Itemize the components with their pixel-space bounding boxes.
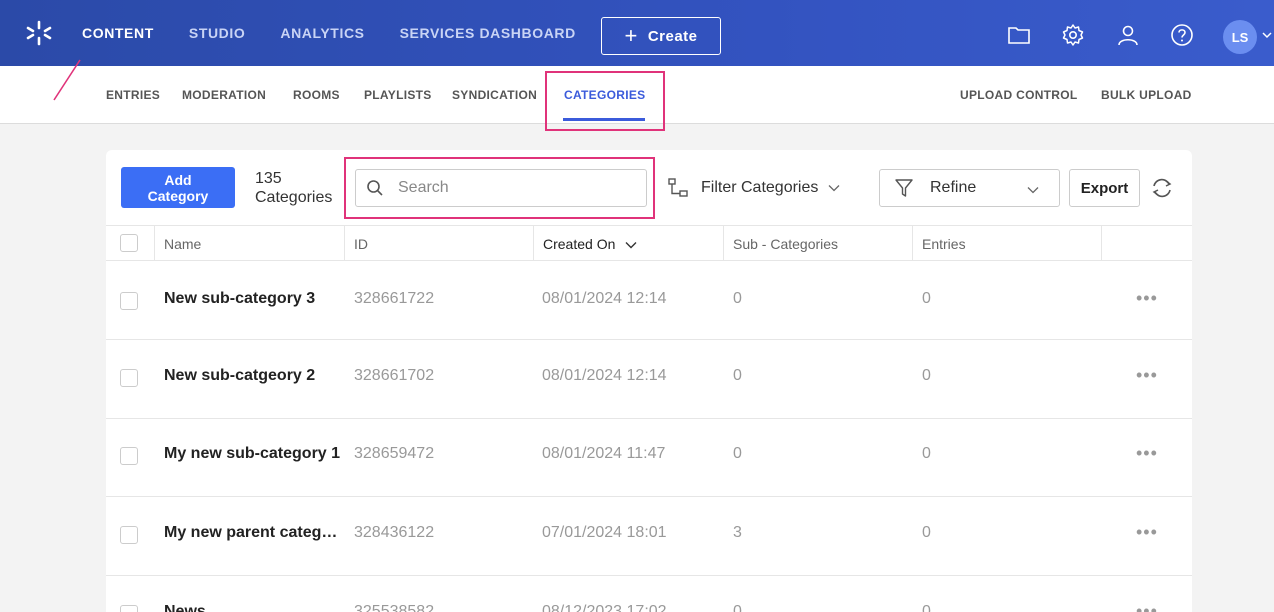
add-label-line2: Category [147,187,209,204]
chevron-down-icon [828,185,840,192]
help-icon[interactable] [1170,23,1194,47]
select-all-checkbox[interactable] [120,234,138,252]
refresh-icon[interactable] [1149,176,1175,200]
table-row[interactable]: New sub-catgeory 2 328661702 08/01/2024 … [106,340,1192,419]
row-id: 328659472 [354,445,435,462]
refine-dropdown[interactable]: Refine [879,169,1060,207]
column-header-id[interactable]: ID [354,236,368,252]
plus-icon: + [624,23,638,48]
row-sub-categories: 0 [733,290,742,307]
row-name[interactable]: My new sub-category 1 [164,445,340,463]
count-label: Categories [255,189,333,206]
column-header-name[interactable]: Name [164,236,201,252]
column-divider [1101,226,1102,261]
add-category-button[interactable]: Add Category [121,167,235,208]
highlight-box-search [344,157,655,219]
table-row[interactable]: New sub-category 3 328661722 08/01/2024 … [106,261,1192,340]
filter-label: Filter Categories [701,179,819,196]
tab-rooms[interactable]: ROOMS [293,88,340,102]
column-divider [912,226,913,261]
more-actions-icon[interactable]: ••• [1136,601,1158,612]
row-created-on: 08/01/2024 12:14 [542,367,667,384]
column-header-entries[interactable]: Entries [922,236,966,252]
table-row[interactable]: News 325538582 08/12/2023 17:02 0 0 ••• [106,576,1192,612]
sort-chevron-down-icon [625,242,637,249]
row-checkbox[interactable] [120,369,138,387]
topnav-services-dashboard[interactable]: SERVICES DASHBOARD [400,25,576,41]
top-nav: CONTENT STUDIO ANALYTICS SERVICES DASHBO… [82,0,611,66]
hierarchy-icon [668,178,688,197]
row-entries: 0 [922,445,931,462]
row-created-on: 08/01/2024 11:47 [542,445,666,462]
row-entries: 0 [922,524,931,541]
more-actions-icon[interactable]: ••• [1136,288,1158,309]
row-created-on: 07/01/2024 18:01 [542,524,667,541]
row-name[interactable]: New sub-category 3 [164,290,315,308]
annotation-arrow [53,59,81,101]
row-id: 328661722 [354,290,435,307]
topnav-content[interactable]: CONTENT [82,25,154,41]
tab-upload-control[interactable]: UPLOAD CONTROL [960,88,1078,102]
table-row[interactable]: My new sub-category 1 328659472 08/01/20… [106,418,1192,497]
chevron-down-icon [1027,187,1039,194]
user-icon[interactable] [1116,23,1140,47]
column-header-sub-categories[interactable]: Sub - Categories [733,236,838,252]
filter-categories-dropdown[interactable]: Filter Categories [665,169,867,207]
column-divider [723,226,724,261]
top-bar: CONTENT STUDIO ANALYTICS SERVICES DASHBO… [0,0,1274,66]
row-checkbox[interactable] [120,605,138,612]
column-divider [533,226,534,261]
tab-playlists[interactable]: PLAYLISTS [364,88,432,102]
row-checkbox[interactable] [120,447,138,465]
category-count: 135 Categories [255,169,332,207]
row-id: 325538582 [354,603,435,612]
column-divider [154,226,155,261]
count-number: 135 [255,170,282,187]
row-checkbox[interactable] [120,292,138,310]
create-button[interactable]: + Create [601,17,721,55]
gear-icon[interactable] [1061,23,1085,47]
row-sub-categories: 3 [733,524,742,541]
funnel-icon [895,179,913,197]
row-created-on: 08/01/2024 12:14 [542,290,667,307]
column-divider [344,226,345,261]
avatar[interactable]: LS [1223,20,1257,54]
row-name[interactable]: News [164,603,206,612]
row-checkbox[interactable] [120,526,138,544]
tab-bulk-upload[interactable]: BULK UPLOAD [1101,88,1192,102]
more-actions-icon[interactable]: ••• [1136,443,1158,464]
row-sub-categories: 0 [733,367,742,384]
topnav-analytics[interactable]: ANALYTICS [280,25,364,41]
folder-icon[interactable] [1007,23,1031,47]
more-actions-icon[interactable]: ••• [1136,522,1158,543]
refine-label: Refine [930,179,977,196]
create-label: Create [647,27,698,45]
column-header-created-on[interactable]: Created On [543,236,637,252]
topnav-studio[interactable]: STUDIO [189,25,246,41]
row-name[interactable]: New sub-catgeory 2 [164,367,315,385]
row-id: 328436122 [354,524,435,541]
table-header: Name ID Created On Sub - Categories Entr… [106,225,1192,261]
tab-entries[interactable]: ENTRIES [106,88,160,102]
row-sub-categories: 0 [733,603,742,612]
tab-syndication[interactable]: SYNDICATION [452,88,537,102]
row-id: 328661702 [354,367,435,384]
row-entries: 0 [922,603,931,612]
highlight-box-categories [545,71,665,131]
row-name[interactable]: My new parent categ… [164,524,337,542]
export-button[interactable]: Export [1069,169,1140,207]
add-label-line1: Add [164,171,192,188]
tab-moderation[interactable]: MODERATION [182,88,266,102]
created-on-label: Created On [543,236,616,252]
row-sub-categories: 0 [733,445,742,462]
table-row[interactable]: My new parent categ… 328436122 07/01/202… [106,497,1192,576]
row-created-on: 08/12/2023 17:02 [542,603,667,612]
kaltura-logo-icon[interactable] [24,20,54,46]
chevron-down-icon[interactable] [1262,31,1272,39]
row-entries: 0 [922,290,931,307]
row-entries: 0 [922,367,931,384]
more-actions-icon[interactable]: ••• [1136,365,1158,386]
